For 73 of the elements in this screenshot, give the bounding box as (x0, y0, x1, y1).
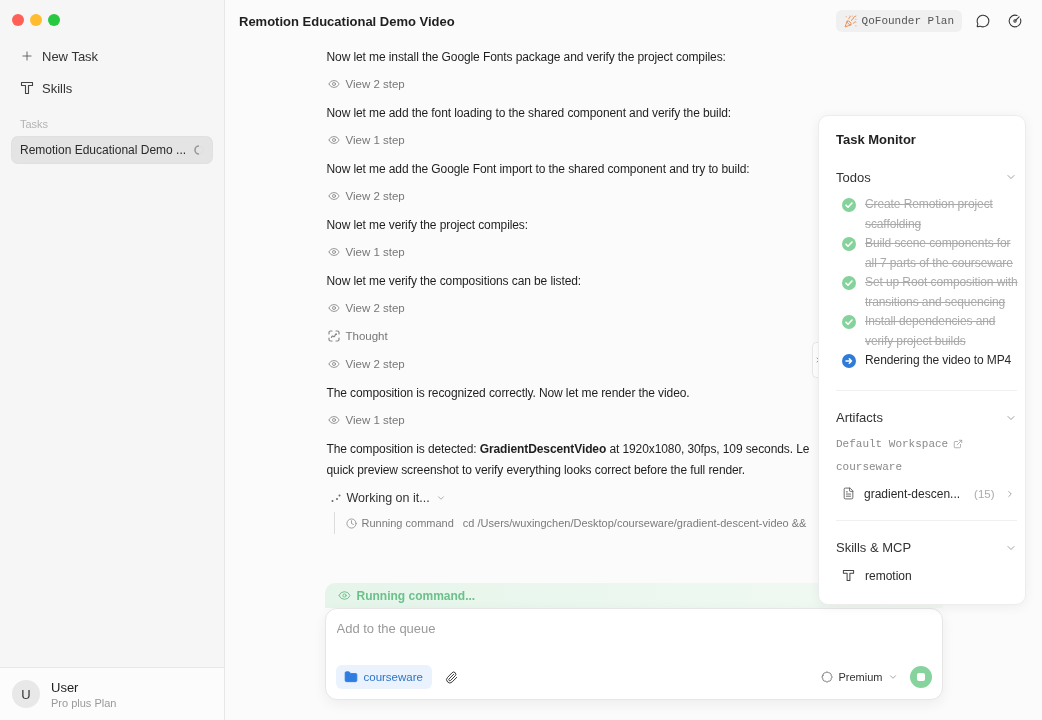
t-shape-icon (842, 569, 855, 582)
queue-input[interactable]: Add to the queue (335, 617, 932, 639)
badge-icon (821, 671, 834, 683)
message-text: Now let me add the font loading to the shared component and verify the build: (326, 105, 732, 122)
eye-icon (327, 246, 340, 258)
eye-icon (337, 589, 351, 602)
chat-bubble-icon[interactable] (976, 14, 990, 28)
view-steps-button[interactable]: View 2 step (326, 70, 405, 98)
sidebar-item[interactable]: Skills (0, 72, 224, 104)
eye-icon (327, 302, 340, 314)
external-link-icon (953, 438, 964, 449)
user-avatar[interactable]: U (12, 680, 40, 708)
section-label: Tasks (19, 117, 50, 132)
zoom-window-icon[interactable] (48, 14, 60, 26)
view-steps-button[interactable]: View 2 step (326, 182, 405, 210)
model-selector[interactable]: Premium (821, 671, 898, 683)
user-plan: Pro plus Plan (51, 696, 117, 709)
status-text: Running command... (356, 588, 476, 603)
document-icon (842, 487, 855, 500)
window-title: Remotion Educational Demo Video (239, 13, 455, 29)
stop-icon (916, 673, 925, 681)
paperclip-icon[interactable] (444, 670, 458, 684)
eye-icon (327, 134, 340, 146)
chevron-down-icon (887, 672, 898, 682)
task-item[interactable]: Remotion Educational Demo ... (12, 137, 212, 163)
todo-text: Rendering the video to MP4 (865, 352, 1012, 369)
message-text: Now let me verify the project compiles: (326, 217, 528, 234)
stop-button[interactable] (909, 666, 932, 688)
close-window-icon[interactable] (12, 14, 24, 26)
section-header[interactable]: Todos (836, 163, 1017, 191)
view-steps-button[interactable]: View 2 step (326, 294, 405, 322)
eye-icon (327, 414, 340, 426)
eye-icon (327, 358, 340, 370)
workspace-link[interactable]: Default Workspace (836, 437, 949, 450)
todo-text: Create Remotion project scaffolding (865, 196, 994, 233)
folder-name: courseware (836, 460, 902, 473)
eye-icon (327, 190, 340, 202)
todo-text: Install dependencies and verify project builds (865, 313, 997, 350)
view-steps-button[interactable]: View 1 step (326, 126, 405, 154)
todo-text: Build scene components for all 7 parts of the courseware (865, 235, 1014, 272)
command-text: cd /Users/wuxingchen/Desktop/courseware/gradient-descent-video && (462, 517, 807, 529)
file-item[interactable]: gradient-descen... (15) (836, 481, 1017, 506)
eye-icon (327, 78, 340, 90)
sidebar-item[interactable]: New Task (0, 40, 224, 72)
view-steps-button[interactable]: View 1 step (326, 238, 405, 266)
folder-icon (343, 670, 358, 684)
party-popper-icon (843, 14, 857, 28)
squiggle-box-icon (327, 330, 340, 342)
gauge-icon[interactable] (1008, 14, 1022, 28)
clock-icon (345, 517, 357, 529)
plus-icon (20, 49, 34, 63)
user-name: User (51, 679, 80, 695)
chevron-right-icon (1005, 488, 1015, 499)
working-toggle[interactable]: Working on it... (326, 484, 446, 512)
message-text: Now let me verify the compositions can be listed: (326, 273, 582, 290)
message-text: The composition is recognized correctly. Now let me render the video. (326, 385, 690, 402)
plan-badge[interactable]: QoFounder Plan (835, 10, 962, 32)
command-label: Running command (361, 517, 454, 529)
dots-spinner-icon (330, 493, 341, 503)
view-steps-button[interactable]: View 1 step (326, 406, 405, 434)
todo-text: Set up Root composition with transitions and sequencing (865, 274, 1019, 311)
section-header[interactable]: Artifacts (836, 403, 1017, 432)
thought-button[interactable]: Thought (326, 322, 388, 350)
t-shape-icon (20, 81, 34, 95)
panel-title: Task Monitor (836, 131, 917, 149)
view-steps-button[interactable]: View 2 step (326, 350, 405, 378)
section-header[interactable]: Skills & MCP (836, 533, 1017, 562)
message-text: Now let me install the Google Fonts package and verify the project compiles: (326, 49, 726, 66)
folder-chip[interactable]: courseware (335, 665, 432, 689)
skill-name: remotion (865, 568, 912, 583)
message-text: Now let me add the Google Font import to the shared component and try to build: (326, 161, 750, 178)
minimize-window-icon[interactable] (30, 14, 42, 26)
message-text: The composition is detected: GradientDescentVideo at 1920x1080, 30fps, 109 seconds. Le quick preview screenshot to verify everything looks correct before the full render. (326, 441, 810, 479)
